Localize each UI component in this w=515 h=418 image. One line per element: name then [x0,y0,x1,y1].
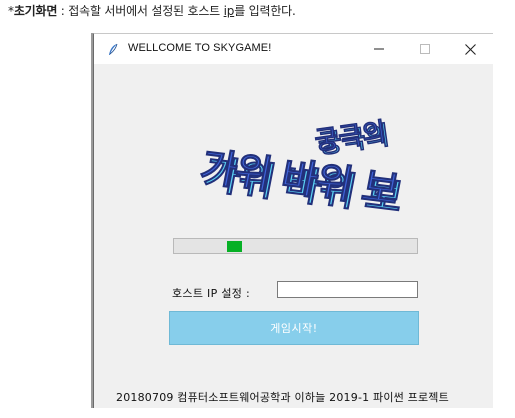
minimize-icon [374,48,384,50]
feather-icon [109,43,118,55]
host-ip-label: 호스트 IP 설정 : [172,287,250,300]
minimize-button[interactable] [356,34,402,64]
progress-fill [227,241,242,252]
close-icon [464,43,476,55]
maximize-button[interactable] [402,34,448,64]
caption-text-before: : 접속할 서버에서 설정된 호스트 [57,4,224,18]
start-game-button[interactable]: 게임시작! [169,311,419,345]
caption-text-after: 를 입력한다. [234,4,296,18]
title-bar[interactable]: WELLCOME TO SKYGAME! [94,34,493,64]
screenshot-root: *초기화면 : 접속할 서버에서 설정된 호스트 ip를 입력한다. WELLC… [0,0,515,418]
document-caption: *초기화면 : 접속할 서버에서 설정된 호스트 ip를 입력한다. [8,2,296,19]
window-title: WELLCOME TO SKYGAME! [128,42,272,54]
loading-progress-bar [173,238,418,254]
footer-credit: 20180709 컴퓨터소프트웨어공학과 이하늘 2019-1 파이썬 프로젝트 [116,391,449,404]
caption-underlined-term: ip [223,4,235,18]
caption-heading: 초기화면 [13,4,58,18]
host-ip-input[interactable] [277,281,418,298]
close-button[interactable] [447,34,493,64]
app-window: WELLCOME TO SKYGAME! 궁극의 궁극의 가위 바위 보 가위 … [93,33,493,408]
maximize-icon [420,44,430,54]
